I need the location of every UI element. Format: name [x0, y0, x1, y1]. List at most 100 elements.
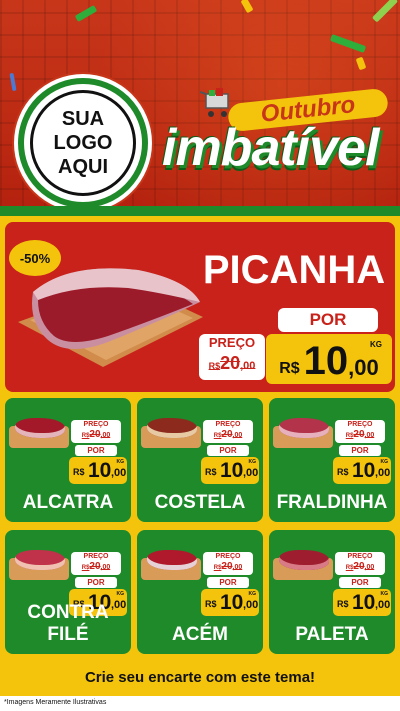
product-card: PREÇO R$20,00 POR R$ 10,00 KG ACÉM [137, 530, 263, 654]
product-card: PREÇO R$20,00 POR R$ 10,00 KG CONTRA FILÉ [5, 530, 131, 654]
new-cents: ,00 [375, 467, 391, 479]
disclaimer-text: *Imagens Meramente Ilustrativas [4, 699, 107, 706]
old-cents: ,00 [232, 564, 243, 571]
new-price: R$ 10,00 KG [201, 589, 259, 616]
por-label: POR [75, 445, 117, 456]
new-price: R$ 10,00 KG [333, 457, 391, 484]
confetti-decoration [371, 0, 399, 23]
product-name: COSTELA [154, 492, 246, 513]
logo-line-2: LOGO [53, 132, 113, 154]
unit: KG [380, 591, 389, 597]
logo-line-3: AQUI [58, 156, 108, 178]
old-cents: ,00 [100, 432, 111, 439]
featured-product-name: PICANHA [202, 248, 386, 292]
old-price-tag: PREÇO R$20,00 [203, 552, 253, 575]
old-cents: ,00 [232, 432, 243, 439]
discount-badge: -50% [9, 240, 61, 276]
old-price: R$20,00 [203, 429, 253, 442]
old-price: R$20,00 [335, 429, 385, 442]
new-price: R$ 10,00 KG [69, 457, 127, 484]
old-value: 20 [89, 561, 101, 572]
old-cents: ,00 [364, 564, 375, 571]
currency: R$ [73, 467, 85, 477]
por-label: POR [207, 445, 249, 456]
currency: R$ [205, 599, 217, 609]
header-banner: SUA LOGO AQUI Outubro imbatível [0, 0, 400, 212]
currency: R$ [337, 599, 349, 609]
product-card: PREÇO R$20,00 POR R$ 10,00 KG ALCATRA [5, 398, 131, 522]
featured-old-price-tag: PREÇO R$20,00 [199, 334, 265, 380]
new-price: R$ 10,00 KG [333, 589, 391, 616]
unit: KG [380, 459, 389, 465]
meat-image [279, 418, 329, 438]
old-value: 20 [221, 561, 233, 572]
campaign-title: Outubro imbatível [160, 87, 395, 198]
title-main-word: imbatível [162, 119, 379, 177]
confetti-decoration [355, 56, 367, 71]
picanha-meat-image [18, 268, 203, 367]
preco-label: PREÇO [83, 421, 109, 428]
old-price: R$20,00 [335, 561, 385, 574]
old-value: 20 [89, 429, 101, 440]
product-card: PREÇO R$20,00 POR R$ 10,00 KG COSTELA [137, 398, 263, 522]
new-value: 10 [220, 591, 244, 614]
currency: R$ [205, 467, 217, 477]
old-price-tag: PREÇO R$20,00 [203, 420, 253, 443]
old-price: R$20,00 [203, 561, 253, 574]
product-card: PREÇO R$20,00 POR R$ 10,00 KG FRALDINHA [269, 398, 395, 522]
featured-new-cents: ,00 [348, 355, 379, 380]
meat-image [15, 550, 65, 570]
meat-image [147, 418, 197, 438]
featured-new-value: 10 [303, 339, 349, 383]
meat-image [15, 418, 65, 438]
meat-image [279, 550, 329, 570]
featured-old-cents: ,00 [240, 360, 256, 372]
product-name: ALCATRA [22, 492, 114, 513]
logo-placeholder: SUA LOGO AQUI [18, 78, 148, 208]
featured-por-tag: POR [278, 308, 378, 332]
featured-unit: KG [370, 340, 382, 349]
new-cents: ,00 [111, 467, 127, 479]
preco-label: PREÇO [215, 421, 241, 428]
product-name: ACÉM [172, 624, 228, 645]
logo-line-1: SUA [61, 108, 105, 130]
old-cents: ,00 [100, 564, 111, 571]
old-price: R$20,00 [71, 561, 121, 574]
por-label: POR [339, 445, 381, 456]
product-name: CONTRA FILÉ [27, 602, 109, 645]
new-cents: ,00 [375, 599, 391, 611]
preco-label: PREÇO [347, 421, 373, 428]
old-price-tag: PREÇO R$20,00 [335, 552, 385, 575]
confetti-decoration [329, 34, 367, 53]
unit: KG [248, 459, 257, 465]
featured-preco-label: PREÇO [208, 335, 256, 350]
old-price-tag: PREÇO R$20,00 [71, 552, 121, 575]
old-price: R$20,00 [71, 429, 121, 442]
featured-old-value: 20 [220, 353, 241, 373]
new-value: 10 [352, 459, 376, 482]
confetti-decoration [240, 0, 254, 14]
product-card: PREÇO R$20,00 POR R$ 10,00 KG PALETA [269, 530, 395, 654]
old-price-tag: PREÇO R$20,00 [71, 420, 121, 443]
new-cents: ,00 [243, 599, 259, 611]
currency: R$ [337, 467, 349, 477]
por-label: POR [75, 577, 117, 588]
product-name: PALETA [295, 624, 369, 645]
old-price-tag: PREÇO R$20,00 [335, 420, 385, 443]
product-name: FRALDINHA [276, 492, 388, 513]
old-value: 20 [353, 561, 365, 572]
unit: KG [248, 591, 257, 597]
preco-label: PREÇO [215, 553, 241, 560]
old-value: 20 [221, 429, 233, 440]
new-price: R$ 10,00 KG [201, 457, 259, 484]
old-value: 20 [353, 429, 365, 440]
preco-label: PREÇO [83, 553, 109, 560]
confetti-decoration [74, 4, 98, 23]
cta-banner: Crie seu encarte com este tema! [5, 663, 395, 693]
featured-currency: R$ [279, 360, 300, 377]
old-cents: ,00 [364, 432, 375, 439]
new-value: 10 [352, 591, 376, 614]
logo-inner-ring: SUA LOGO AQUI [30, 90, 136, 196]
por-label: POR [207, 577, 249, 588]
preco-label: PREÇO [347, 553, 373, 560]
